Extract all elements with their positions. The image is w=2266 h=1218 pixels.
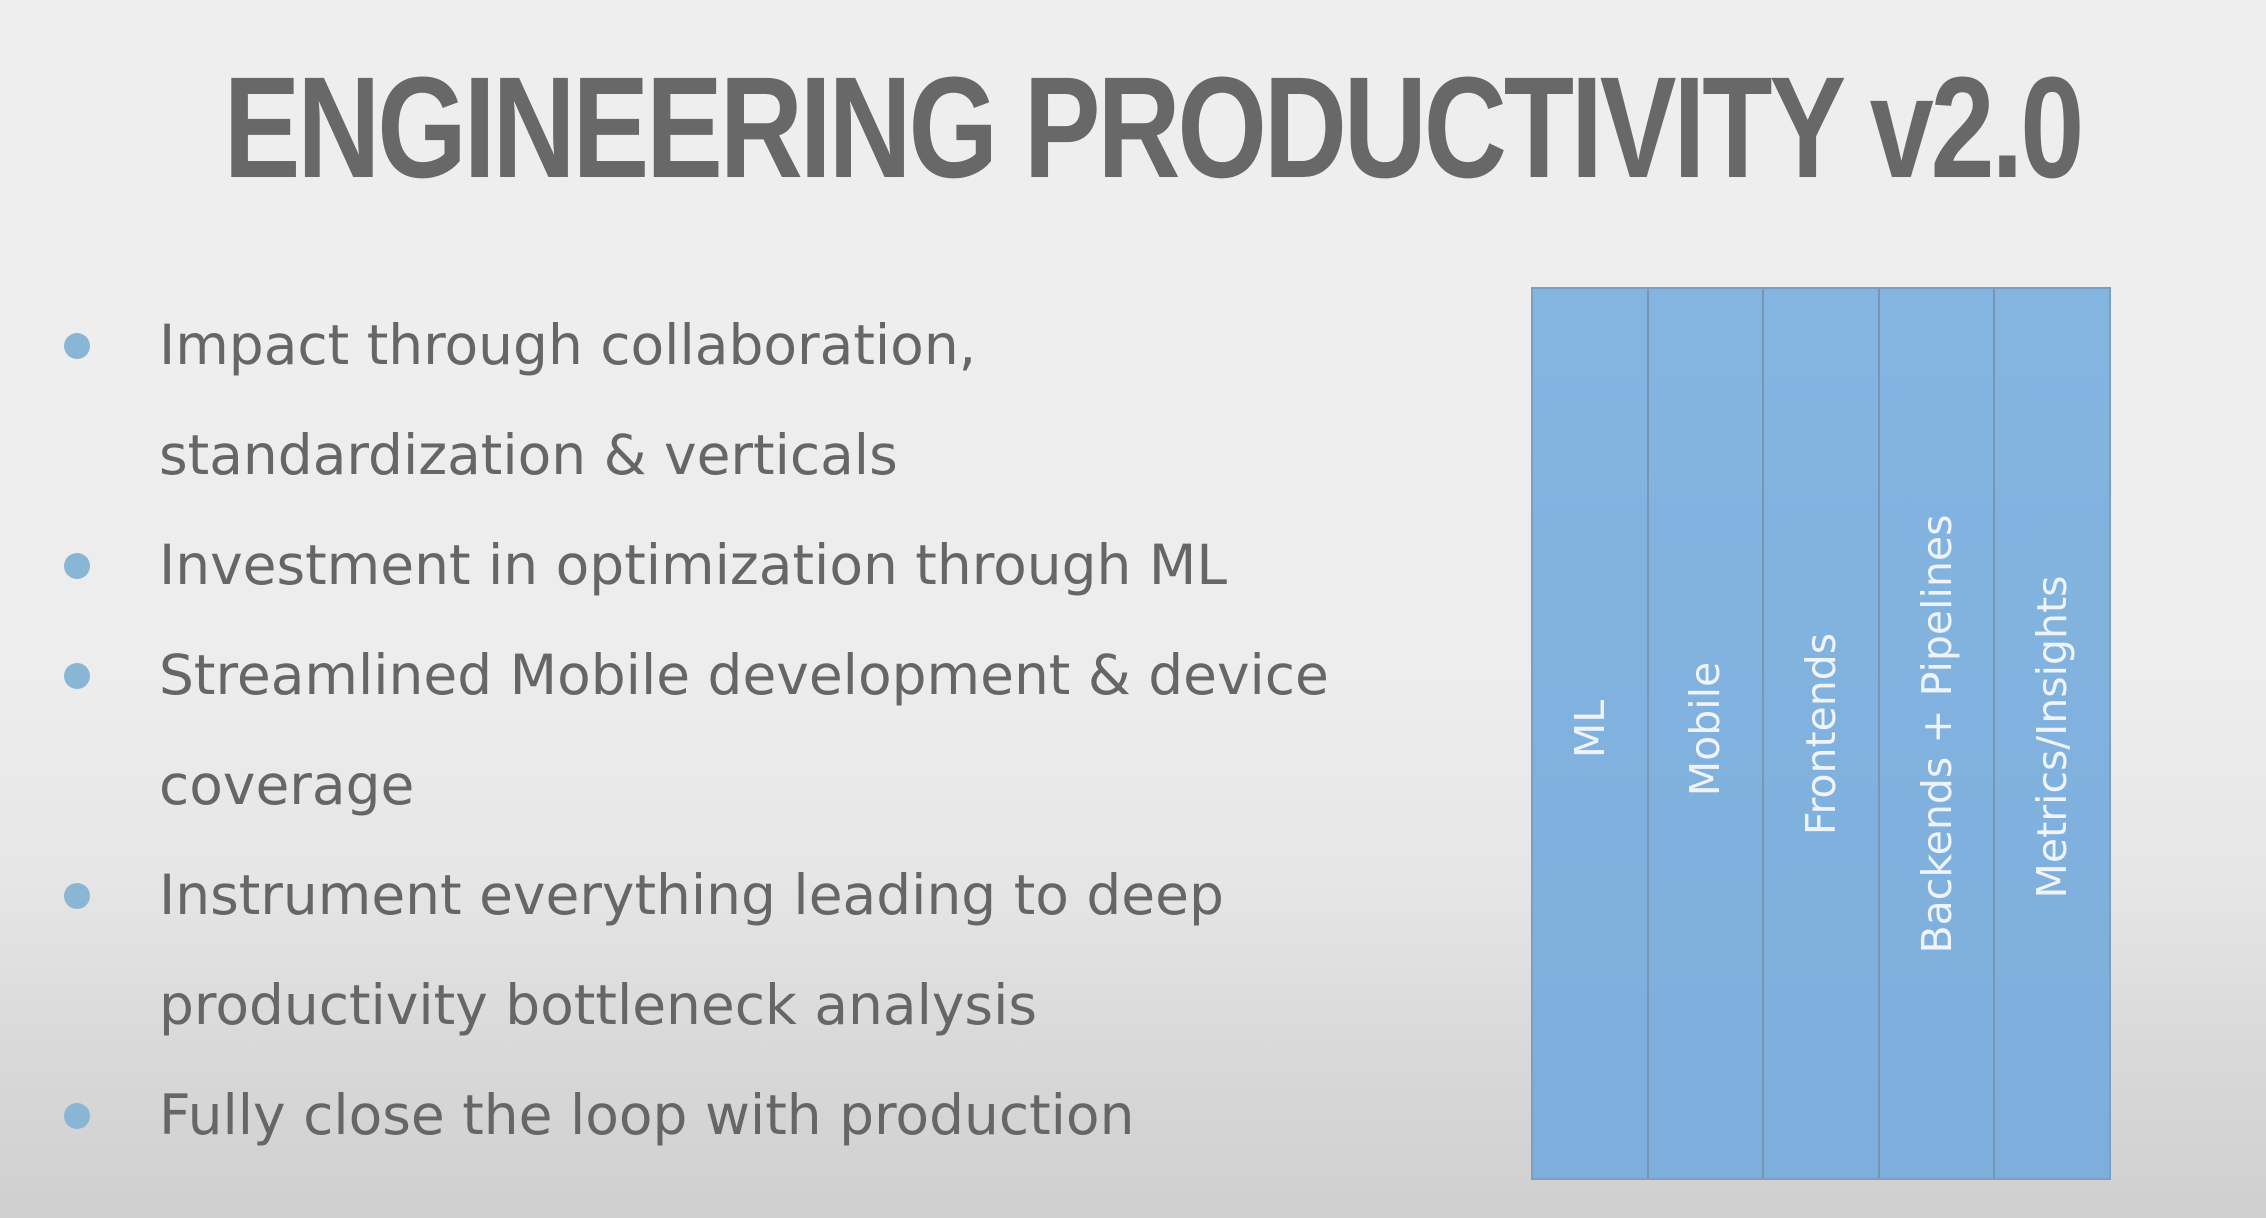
bullet-text: Instrument everything leading to deep pr…: [159, 863, 1224, 1037]
slide: ENGINEERING PRODUCTIVITY v2.0 Impact thr…: [0, 0, 2266, 1218]
bullet-dot-icon: [64, 1103, 90, 1129]
bullet-text: Investment in optimization through ML: [159, 533, 1227, 597]
bullet-text: Streamlined Mobile development & device …: [159, 643, 1329, 817]
bullet-item: Instrument everything leading to deep pr…: [58, 840, 1319, 1060]
bullet-dot-icon: [64, 333, 90, 359]
bullet-text: Impact through collaboration, standardiz…: [159, 313, 977, 487]
slide-title: ENGINEERING PRODUCTIVITY v2.0: [223, 47, 2085, 208]
bullet-item: Impact through collaboration, standardiz…: [58, 290, 1059, 510]
pillar-label: Frontends: [1796, 632, 1845, 836]
pillar-metrics-insights: Metrics/Insights: [1995, 289, 2109, 1178]
pillar-label: Backends + Pipelines: [1912, 514, 1961, 954]
bullet-item: Streamlined Mobile development & device …: [58, 620, 1429, 840]
pillar-ml: ML: [1533, 289, 1649, 1178]
bullet-dot-icon: [64, 663, 90, 689]
pillar-label: Metrics/Insights: [2028, 575, 2077, 899]
bullet-list: Impact through collaboration, standardiz…: [58, 290, 1458, 1170]
pillar-frontends: Frontends: [1764, 289, 1880, 1178]
pillar-label: Mobile: [1681, 661, 1730, 797]
bullet-text: Fully close the loop with production: [159, 1083, 1135, 1147]
verticals-diagram: ML Mobile Frontends Backends + Pipelines…: [1531, 287, 2111, 1180]
bullet-dot-icon: [64, 553, 90, 579]
bullet-item: Fully close the loop with production: [58, 1060, 1458, 1170]
pillar-mobile: Mobile: [1648, 289, 1765, 1178]
pillar-label: ML: [1565, 699, 1614, 759]
bullet-dot-icon: [64, 883, 90, 909]
bullet-item: Investment in optimization through ML: [58, 510, 1458, 620]
pillar-backends-pipelines: Backends + Pipelines: [1879, 289, 1996, 1178]
